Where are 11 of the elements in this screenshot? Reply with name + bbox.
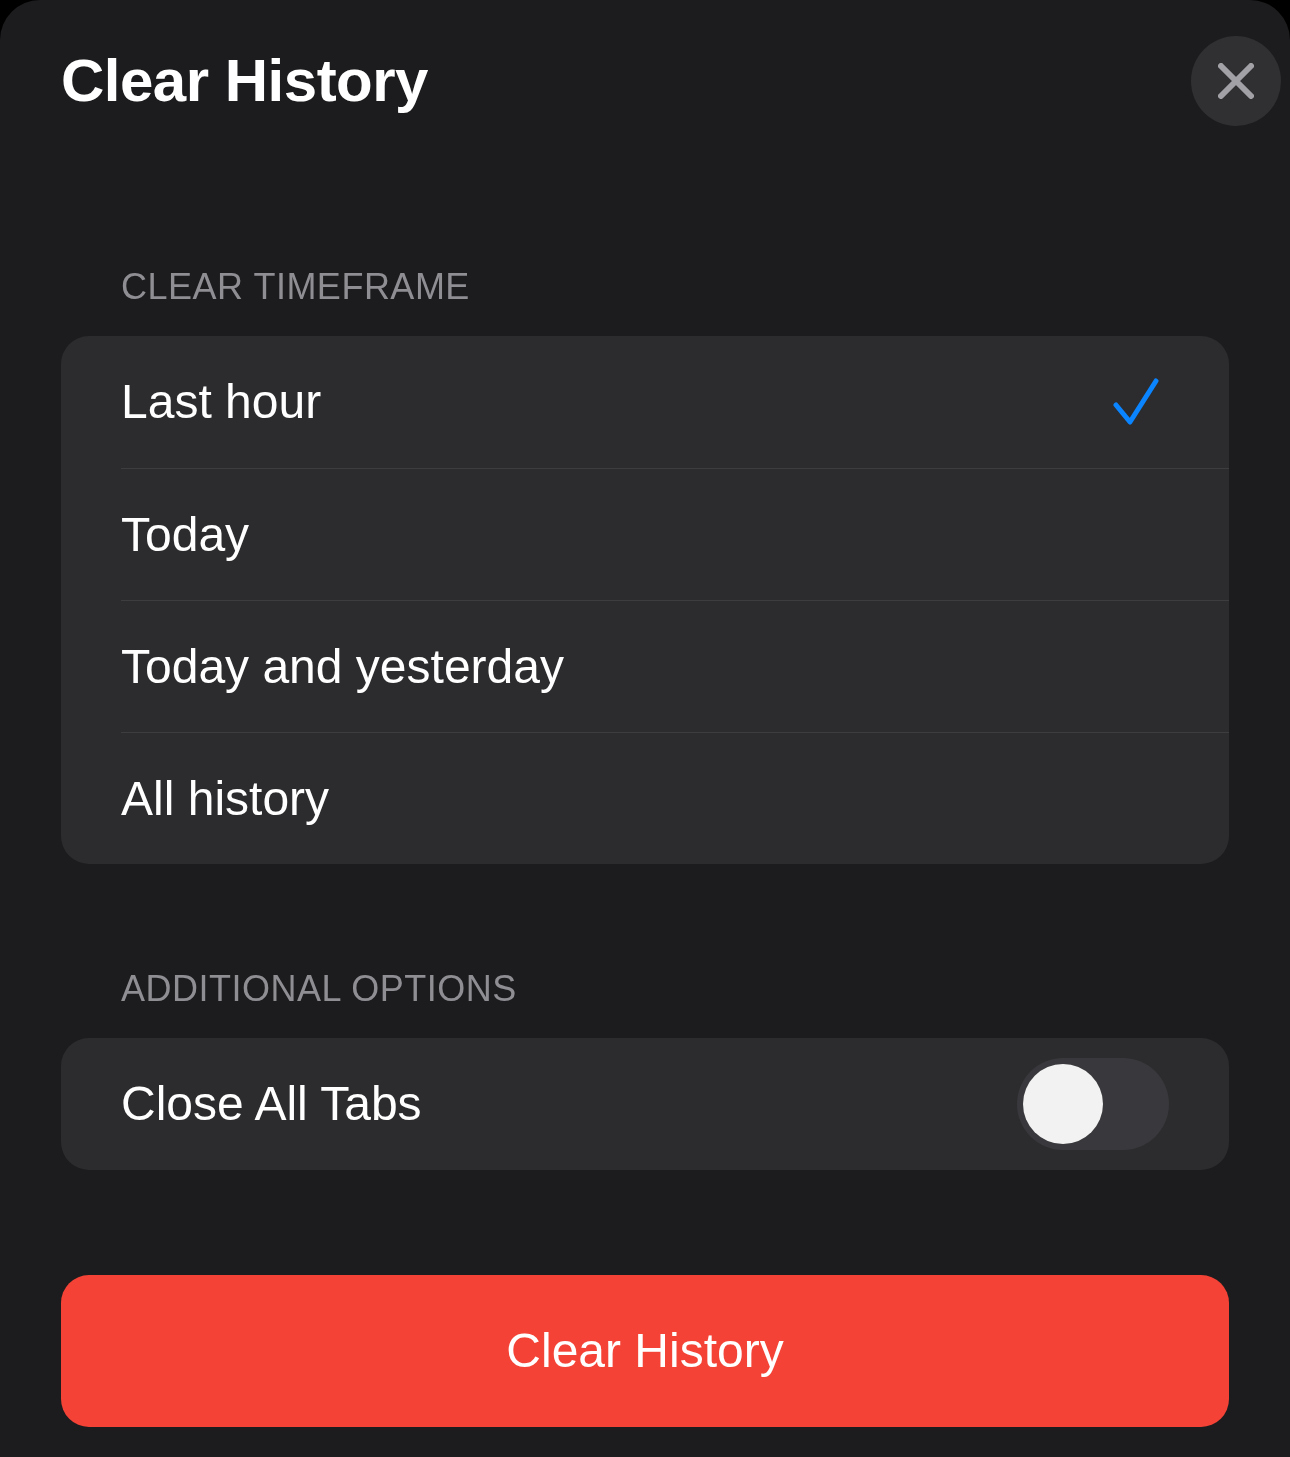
- checkmark-icon: [1113, 378, 1159, 426]
- clear-history-button[interactable]: Clear History: [61, 1275, 1229, 1427]
- timeframe-option[interactable]: Today and yesterday: [121, 600, 1229, 732]
- close-icon: [1218, 63, 1254, 99]
- section-header: ADDITIONAL OPTIONS: [120, 967, 518, 1011]
- timeframe-option[interactable]: All history: [121, 732, 1229, 864]
- timeframe-option[interactable]: Last hour: [121, 336, 1229, 468]
- section-header: CLEAR TIMEFRAME: [120, 265, 471, 309]
- option-label: Close All Tabs: [121, 1076, 422, 1132]
- sheet-title: Clear History: [61, 46, 428, 116]
- timeframe-option[interactable]: Today: [121, 468, 1229, 600]
